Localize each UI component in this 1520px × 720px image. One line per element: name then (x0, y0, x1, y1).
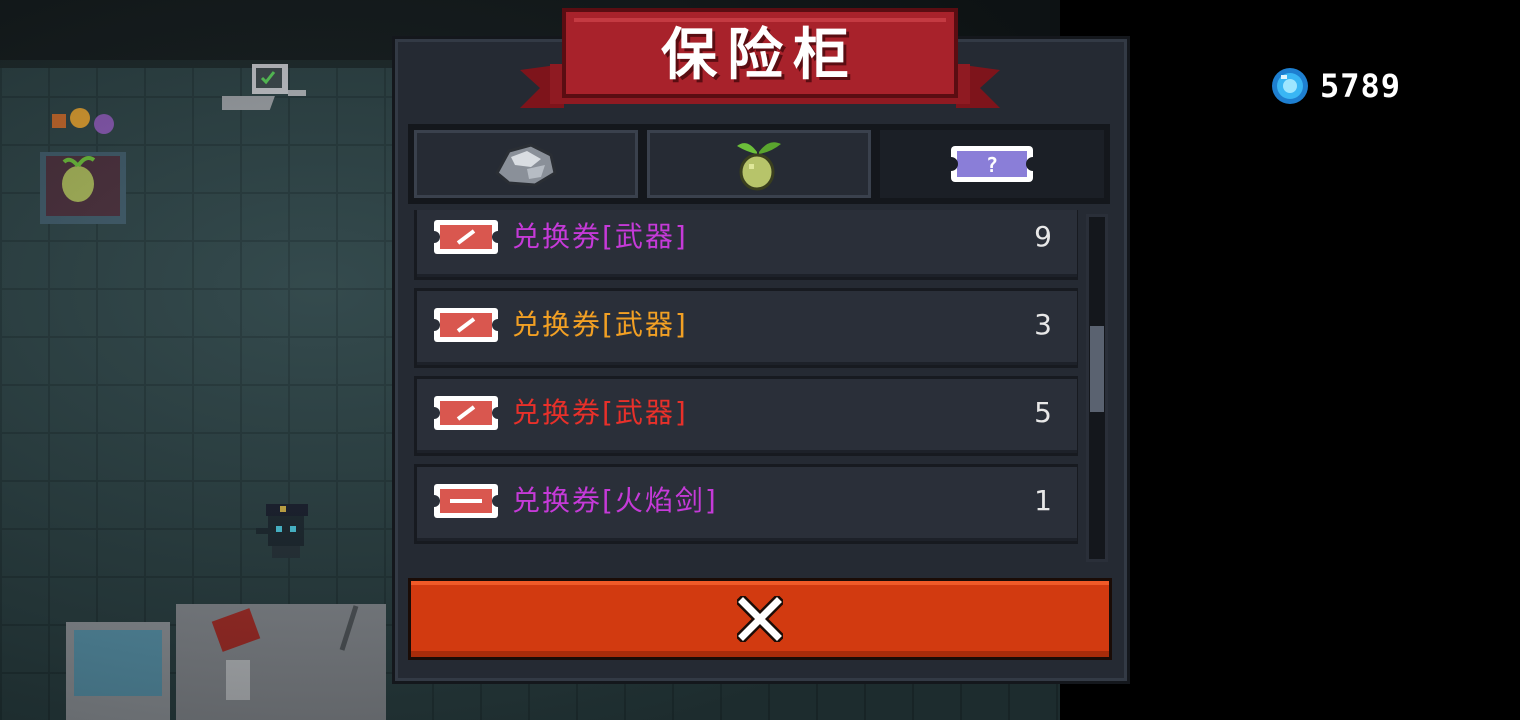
tab-seeds[interactable] (647, 130, 871, 198)
list-scrollbar[interactable] (1086, 214, 1108, 562)
item-name: 兑换券[火焰剑] (512, 484, 718, 517)
ticket-icon: ? (947, 146, 1037, 182)
item-name: 兑换券[武器] (512, 396, 688, 429)
weapon-ticket-icon (432, 220, 500, 254)
item-count: 5 (1034, 396, 1052, 429)
category-tabs: ? (408, 124, 1110, 204)
item-count: 3 (1034, 308, 1052, 341)
svg-text:?: ? (986, 153, 998, 177)
list-item[interactable]: 兑换券[武器] 9 (414, 210, 1078, 280)
close-x-icon (737, 596, 783, 642)
dialog-title: 保险柜 (661, 22, 859, 88)
weapon-ticket-icon (432, 396, 500, 430)
list-item[interactable]: 兑换券[火焰剑] 1 (414, 464, 1078, 544)
weapon-ticket-icon (432, 308, 500, 342)
currency-display: 5789 (1270, 64, 1401, 108)
list-item[interactable]: 兑换券[武器] 3 (414, 288, 1078, 368)
item-name: 兑换券[武器] (512, 220, 688, 253)
item-count: 1 (1034, 484, 1052, 517)
item-count: 9 (1034, 220, 1052, 253)
scrollbar-thumb[interactable] (1090, 326, 1104, 412)
list-item[interactable]: 兑换券[武器] 5 (414, 376, 1078, 456)
tab-tickets[interactable]: ? (880, 130, 1104, 198)
item-name: 兑换券[武器] (512, 308, 688, 341)
seed-icon (737, 142, 781, 191)
tab-materials[interactable] (414, 130, 638, 198)
ore-icon (495, 143, 557, 187)
item-list: 兑换券[武器] 9 兑换券[武器] 3 兑换券[武器] 5 兑换券[火焰剑] 1 (408, 210, 1078, 566)
blue-gem-icon (1272, 68, 1308, 104)
currency-amount: 5789 (1320, 67, 1402, 105)
close-button[interactable] (408, 578, 1112, 660)
sword-ticket-icon (432, 484, 500, 518)
